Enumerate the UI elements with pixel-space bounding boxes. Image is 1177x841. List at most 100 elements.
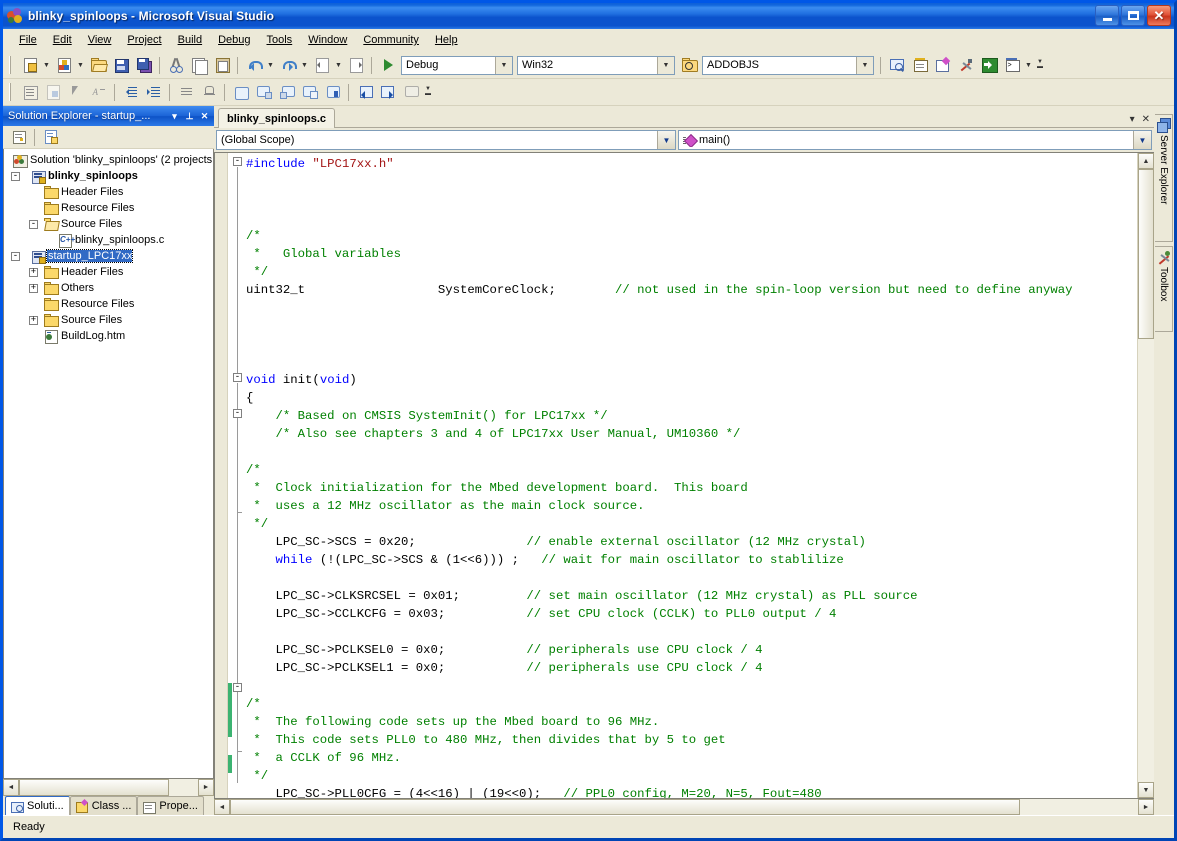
- toolbar-overflow-button[interactable]: ▼▬: [1034, 54, 1046, 76]
- tree-expander-startup-header[interactable]: +: [29, 268, 38, 277]
- open-file-button[interactable]: [86, 54, 109, 76]
- menu-item-window[interactable]: Window: [300, 31, 355, 49]
- code-horizontal-scrollbar[interactable]: ◄ ►: [214, 799, 1154, 815]
- editor-tab-list-dropdown-icon[interactable]: ▾: [1130, 115, 1135, 125]
- menu-item-project[interactable]: Project: [119, 31, 169, 49]
- tree-row-solution[interactable]: Solution 'blinky_spinloops' (2 projects: [4, 152, 213, 168]
- code-scroll-left-button[interactable]: ◄: [214, 799, 230, 815]
- menu-item-help[interactable]: Help: [427, 31, 466, 49]
- tree-row-startup-others[interactable]: + Others: [4, 280, 213, 296]
- tree-expander-startup-others[interactable]: +: [29, 284, 38, 293]
- paste-button[interactable]: [210, 54, 233, 76]
- select-pointer-button[interactable]: [64, 81, 87, 103]
- toolbar-grip-2[interactable]: [7, 83, 15, 101]
- tree-row-blinky-header-files[interactable]: Header Files: [4, 184, 213, 200]
- insert-snippet-button[interactable]: [41, 81, 64, 103]
- redo-dropdown[interactable]: ▼: [299, 54, 310, 76]
- tree-expander-startup-source[interactable]: +: [29, 316, 38, 325]
- toggle-bookmark-button[interactable]: [229, 81, 252, 103]
- navigate-forward-button[interactable]: [344, 54, 367, 76]
- bottom-tab-properties[interactable]: Prope...: [137, 796, 204, 815]
- close-button[interactable]: ✕: [1147, 5, 1171, 26]
- fold-marker-comment-2[interactable]: -: [233, 683, 242, 692]
- code-vertical-scrollbar[interactable]: ▲ ▼: [1137, 153, 1154, 798]
- panel-dropdown-icon[interactable]: ▾: [167, 108, 182, 124]
- bookmark-window-button[interactable]: [321, 81, 344, 103]
- solution-platform-combo[interactable]: Win32 ▼: [517, 56, 675, 75]
- navigate-backward-dropdown[interactable]: ▼: [333, 54, 344, 76]
- tree-scroll-right-button[interactable]: ►: [198, 779, 214, 796]
- tree-row-blinky-source-files[interactable]: - Source Files: [4, 216, 213, 232]
- tree-row-project-startup[interactable]: - startup_LPC17xx: [4, 248, 213, 264]
- code-viewport[interactable]: - - - - #include "LPC17xx.h" /* * Global…: [215, 153, 1137, 798]
- clear-bookmarks-button[interactable]: [298, 81, 321, 103]
- target-name-combo[interactable]: ADDOBJS ▼: [702, 56, 874, 75]
- code-text-area[interactable]: #include "LPC17xx.h" /* * Global variabl…: [246, 153, 1137, 798]
- code-hscroll-thumb[interactable]: [230, 799, 1020, 815]
- menu-item-file[interactable]: File: [11, 31, 45, 49]
- menu-item-debug[interactable]: Debug: [210, 31, 258, 49]
- tree-hscroll-thumb[interactable]: [19, 779, 169, 796]
- command-window-button[interactable]: >: [1000, 54, 1023, 76]
- show-all-files-button[interactable]: [39, 126, 62, 148]
- tree-row-blinky-resource-files[interactable]: Resource Files: [4, 200, 213, 216]
- solution-tree-hscrollbar[interactable]: ◄ ►: [3, 779, 214, 796]
- tree-row-startup-source-files[interactable]: + Source Files: [4, 312, 213, 328]
- member-combo[interactable]: main() ▼: [678, 130, 1152, 150]
- find-target-button[interactable]: [677, 54, 700, 76]
- start-debugging-button[interactable]: [376, 54, 399, 76]
- go-button[interactable]: [977, 54, 1000, 76]
- dock-tab-toolbox[interactable]: Toolbox: [1155, 246, 1173, 332]
- redo-button[interactable]: [276, 54, 299, 76]
- fold-marker-init[interactable]: -: [233, 373, 242, 382]
- tree-hscroll-track[interactable]: [19, 779, 198, 796]
- sync-views-button[interactable]: [353, 81, 376, 103]
- command-window-dropdown[interactable]: ▼: [1023, 54, 1034, 76]
- tree-expander-source-files[interactable]: -: [29, 220, 38, 229]
- tree-row-startup-header-files[interactable]: + Header Files: [4, 264, 213, 280]
- undo-dropdown[interactable]: ▼: [265, 54, 276, 76]
- solution-tree[interactable]: Solution 'blinky_spinloops' (2 projects …: [3, 149, 214, 779]
- save-button[interactable]: [109, 54, 132, 76]
- chevron-down-icon[interactable]: ▼: [495, 57, 512, 74]
- menu-item-build[interactable]: Build: [170, 31, 210, 49]
- tree-expander-blinky[interactable]: -: [11, 172, 20, 181]
- minimize-button[interactable]: [1095, 5, 1119, 26]
- dock-tab-server-explorer[interactable]: Server Explorer: [1155, 114, 1173, 242]
- menu-item-view[interactable]: View: [80, 31, 120, 49]
- new-item-dropdown[interactable]: ▼: [41, 54, 52, 76]
- code-scroll-down-button[interactable]: ▼: [1138, 782, 1154, 798]
- navigate-backward-button[interactable]: [310, 54, 333, 76]
- toolbox-button[interactable]: [954, 54, 977, 76]
- tree-row-startup-resource-files[interactable]: Resource Files: [4, 296, 213, 312]
- bottom-tab-class-view[interactable]: Class ...: [70, 796, 138, 815]
- fold-marker-include[interactable]: -: [233, 157, 242, 166]
- comment-selection-button[interactable]: [174, 81, 197, 103]
- chevron-down-icon-2[interactable]: ▼: [657, 57, 674, 74]
- code-vscroll-thumb[interactable]: [1138, 169, 1154, 339]
- editor-indicator-margin[interactable]: [215, 153, 228, 798]
- menu-item-tools[interactable]: Tools: [259, 31, 301, 49]
- code-hscroll-track[interactable]: [230, 799, 1138, 815]
- object-browser-button[interactable]: [931, 54, 954, 76]
- scope-combo-chevron-down-icon[interactable]: ▼: [657, 131, 675, 149]
- tree-scroll-left-button[interactable]: ◄: [3, 779, 19, 796]
- fold-marker-comment-1[interactable]: -: [233, 409, 242, 418]
- editor-outlining-margin[interactable]: - - - -: [232, 153, 246, 798]
- next-bookmark-button[interactable]: [275, 81, 298, 103]
- hide-comment-button[interactable]: [399, 81, 422, 103]
- copy-button[interactable]: [187, 54, 210, 76]
- member-combo-chevron-down-icon[interactable]: ▼: [1133, 131, 1151, 149]
- properties-window-button[interactable]: [908, 54, 931, 76]
- add-item-button[interactable]: [52, 54, 75, 76]
- display-tags-button[interactable]: [18, 81, 41, 103]
- code-scroll-up-button[interactable]: ▲: [1138, 153, 1154, 169]
- editor-tab-close-icon[interactable]: ✕: [1142, 115, 1150, 125]
- uncomment-selection-button[interactable]: [197, 81, 220, 103]
- bottom-tab-solution-explorer[interactable]: Soluti...: [5, 796, 70, 815]
- solution-configuration-combo[interactable]: Debug ▼: [401, 56, 513, 75]
- find-in-files-button[interactable]: [885, 54, 908, 76]
- new-item-button[interactable]: [18, 54, 41, 76]
- save-all-button[interactable]: [132, 54, 155, 76]
- tree-row-project-blinky[interactable]: - blinky_spinloops: [4, 168, 213, 184]
